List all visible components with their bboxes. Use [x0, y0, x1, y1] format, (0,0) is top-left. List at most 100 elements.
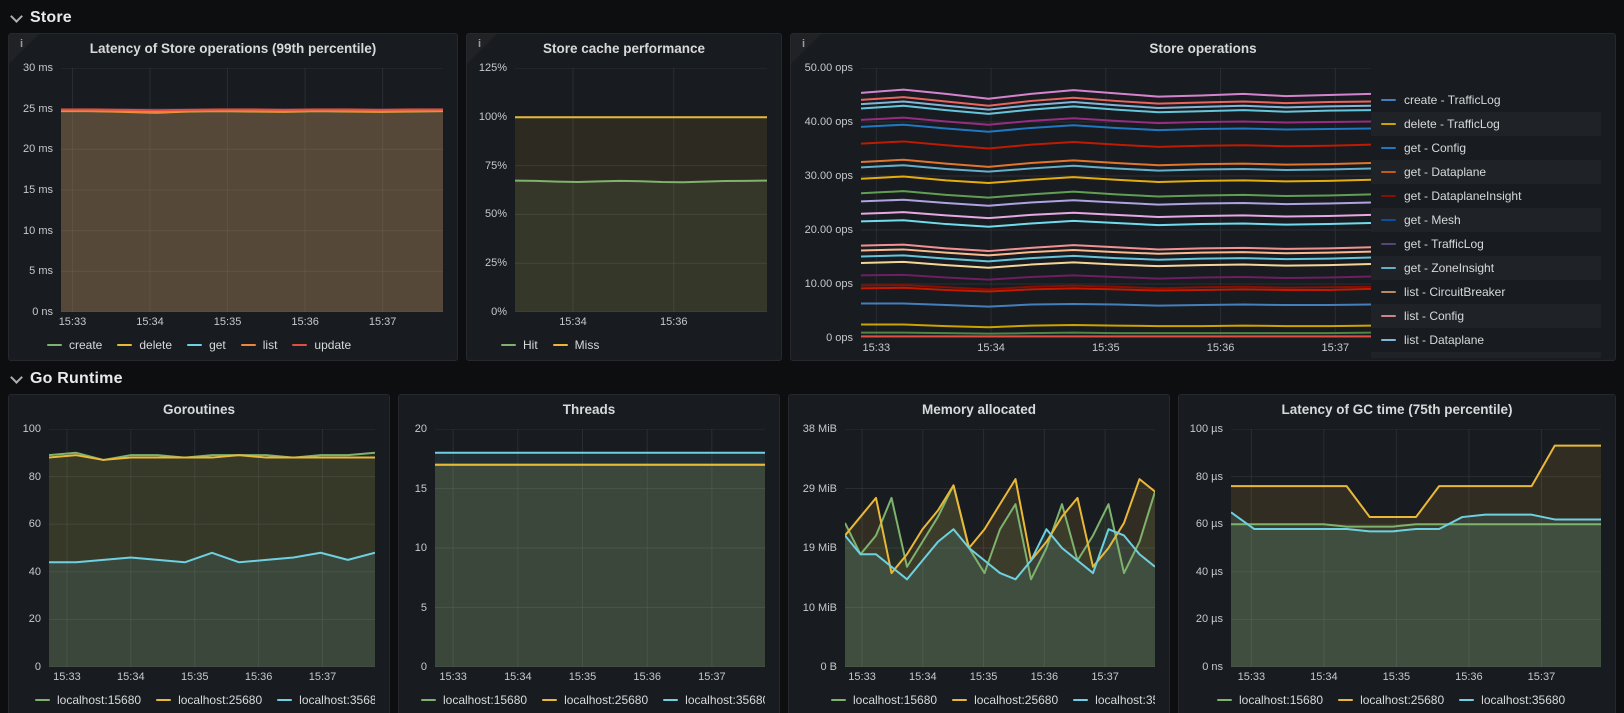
legend-label[interactable]: localhost:35680 [299, 693, 375, 707]
series-line [861, 141, 1371, 148]
legend-label[interactable]: localhost:15680 [853, 693, 937, 707]
legend-item[interactable]: delete [117, 338, 172, 352]
plot-area[interactable] [435, 429, 765, 667]
panel-store-operations: i Store operations 0 ops 10.00 ops 20.00 o… [790, 33, 1616, 361]
plot-area[interactable] [49, 429, 375, 667]
legend-item[interactable]: list [240, 338, 278, 352]
legend-row[interactable]: create - TrafficLog [1371, 88, 1601, 112]
legend-label[interactable]: list - Dataplane [1404, 333, 1484, 347]
plot-area[interactable] [1231, 429, 1601, 667]
panel-title[interactable]: Latency of GC time (75th percentile) [1179, 395, 1615, 423]
chart-store-cache-performance[interactable]: 0% 25% 50% 75% 100% 125% 15:34 15:36 Hit Miss [467, 62, 781, 360]
legend-label[interactable]: get - TrafficLog [1404, 237, 1484, 251]
legend-label[interactable]: list - CircuitBreaker [1404, 285, 1505, 299]
legend-item[interactable]: update [292, 338, 351, 352]
legend-label[interactable]: delete [139, 338, 172, 352]
legend-label[interactable]: localhost:25680 [1360, 693, 1444, 707]
legend-label[interactable]: get - ZoneInsight [1404, 261, 1494, 275]
legend-label[interactable]: localhost:35680 [1095, 693, 1155, 707]
legend-item[interactable]: localhost:15680 [421, 693, 527, 707]
legend-color-swatch [952, 699, 968, 701]
chart-latency-store-operations[interactable]: 0 ns 5 ms 10 ms 15 ms 20 ms 25 ms 30 ms 15:33 15… [9, 62, 457, 360]
legend-item[interactable]: create [47, 338, 102, 352]
legend-item[interactable]: localhost:35680 [663, 693, 765, 707]
legend-label[interactable]: localhost:25680 [178, 693, 262, 707]
series-line [861, 212, 1371, 218]
legend-row[interactable]: list - CircuitBreaker [1371, 280, 1601, 304]
legend-label[interactable]: localhost:25680 [974, 693, 1058, 707]
legend-label[interactable]: update [314, 338, 351, 352]
y-tick-label: 10 MiB [802, 601, 837, 614]
legend-item[interactable]: localhost:25680 [542, 693, 648, 707]
legend-label[interactable]: get - Config [1404, 141, 1466, 155]
section-header-store[interactable]: Store [0, 0, 1624, 33]
legend-row[interactable]: get - Dataplane [1371, 160, 1601, 184]
legend-label[interactable]: delete - TrafficLog [1404, 117, 1500, 131]
chart-main: 0 ns 5 ms 10 ms 15 ms 20 ms 25 ms 30 ms 15:33 15… [15, 62, 443, 358]
plot-area[interactable] [515, 68, 767, 312]
panel-title[interactable]: Store cache performance [467, 34, 781, 62]
legend-item[interactable]: get [187, 338, 226, 352]
chart-body: 0 ops 10.00 ops 20.00 ops 30.00 ops 40.00 op… [797, 62, 1371, 344]
y-tick-label: 25 ms [23, 102, 53, 115]
legend-row[interactable]: list - Dataplane [1371, 328, 1601, 352]
panel-title[interactable]: Memory allocated [789, 395, 1169, 423]
legend-label[interactable]: create [69, 338, 102, 352]
chart-threads[interactable]: 0 5 10 15 20 15:33 15:34 15:35 15:36 15:37 localho… [399, 423, 779, 713]
legend-label[interactable]: create - TrafficLog [1404, 93, 1501, 107]
legend-label[interactable]: localhost:15680 [57, 693, 141, 707]
legend-item[interactable]: localhost:35680 [1459, 693, 1565, 707]
legend-label[interactable]: get - Dataplane [1404, 165, 1486, 179]
legend-label[interactable]: localhost:15680 [1239, 693, 1323, 707]
plot-area[interactable] [861, 68, 1371, 338]
section-header-go-runtime[interactable]: Go Runtime [0, 361, 1624, 394]
legend-item[interactable]: localhost:25680 [156, 693, 262, 707]
chart-gc-latency[interactable]: 0 ns 20 µs 40 µs 60 µs 80 µs 100 µs 15:33 15:34… [1179, 423, 1615, 713]
legend-label[interactable]: localhost:15680 [443, 693, 527, 707]
legend-label[interactable]: Miss [575, 338, 600, 352]
panel-title[interactable]: Latency of Store operations (99th percen… [9, 34, 457, 62]
chart-body: 0 ns 5 ms 10 ms 15 ms 20 ms 25 ms 30 ms [15, 62, 443, 318]
legend-label[interactable]: list [263, 338, 278, 352]
panel-title[interactable]: Threads [399, 395, 779, 423]
legend-item[interactable]: localhost:25680 [952, 693, 1058, 707]
legend-label[interactable]: list - Config [1404, 309, 1464, 323]
legend-item[interactable]: localhost:35680 [277, 693, 375, 707]
legend-item[interactable]: localhost:25680 [1338, 693, 1444, 707]
chart-store-operations[interactable]: 0 ops 10.00 ops 20.00 ops 30.00 ops 40.00 op… [791, 62, 1615, 360]
chart-memory-allocated[interactable]: 0 B 10 MiB 19 MiB 29 MiB 38 MiB 15:33 15:34 15:… [789, 423, 1169, 713]
legend-label[interactable]: get - DataplaneInsight [1404, 189, 1521, 203]
legend-item[interactable]: localhost:15680 [831, 693, 937, 707]
legend-label[interactable]: Hit [523, 338, 538, 352]
legend-item[interactable]: Hit [501, 338, 538, 352]
legend-row[interactable]: get - Mesh [1371, 208, 1601, 232]
legend-row[interactable]: get - ZoneInsight [1371, 256, 1601, 280]
legend-label[interactable]: localhost:35680 [685, 693, 765, 707]
go-runtime-panel-row: Goroutines 0 20 40 60 80 100 15:33 15:34 15:35 15… [0, 394, 1624, 713]
legend-label[interactable]: get [209, 338, 226, 352]
chevron-down-icon [10, 9, 23, 23]
legend-row[interactable]: list - Config [1371, 304, 1601, 328]
y-tick-label: 5 ms [29, 265, 53, 278]
legend-item[interactable]: localhost:15680 [1217, 693, 1323, 707]
legend-label[interactable]: localhost:35680 [1481, 693, 1565, 707]
legend-label[interactable]: get - Mesh [1404, 213, 1461, 227]
legend-row[interactable]: get - TrafficLog [1371, 232, 1601, 256]
plot-area[interactable] [845, 429, 1155, 667]
panel-title[interactable]: Goroutines [9, 395, 389, 423]
legend-row[interactable]: get - Config [1371, 136, 1601, 160]
legend-color-swatch [1381, 315, 1396, 317]
panel-title[interactable]: Store operations [791, 34, 1615, 62]
chevron-down-icon [10, 370, 23, 384]
panel-latency-store-operations: i Latency of Store operations (99th perc… [8, 33, 458, 361]
y-tick-label: 0 [420, 661, 427, 673]
legend-row[interactable]: delete - TrafficLog [1371, 112, 1601, 136]
legend-item[interactable]: Miss [552, 338, 600, 352]
legend-label[interactable]: localhost:25680 [564, 693, 648, 707]
plot-area[interactable] [61, 68, 443, 312]
x-tick-label: 15:37 [1321, 342, 1350, 354]
chart-goroutines[interactable]: 0 20 40 60 80 100 15:33 15:34 15:35 15:36 15:37 loc… [9, 423, 389, 713]
legend-item[interactable]: localhost:35680 [1073, 693, 1155, 707]
legend-item[interactable]: localhost:15680 [35, 693, 141, 707]
legend-row[interactable]: get - DataplaneInsight [1371, 184, 1601, 208]
